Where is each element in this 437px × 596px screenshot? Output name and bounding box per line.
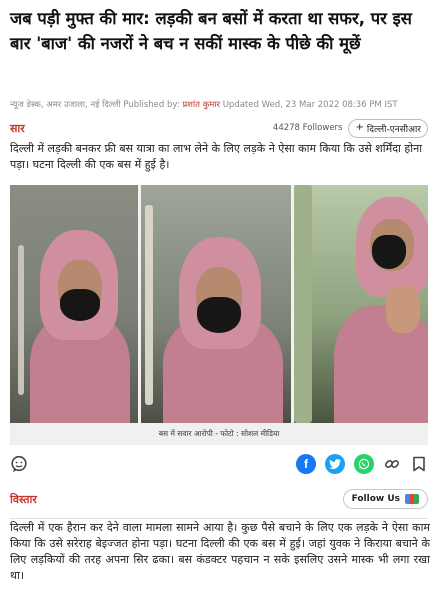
google-news-icon [405, 494, 419, 504]
facebook-icon[interactable]: f [296, 454, 316, 474]
city-chip-label: दिल्ली-एनसीआर [366, 124, 421, 135]
photo-panel-3 [294, 185, 428, 423]
share-icons: f [296, 454, 428, 474]
photo-panel-2 [141, 185, 291, 423]
whatsapp-icon[interactable] [354, 454, 374, 474]
photo-panel-1 [10, 185, 138, 423]
follow-us-button[interactable]: Follow Us [342, 489, 428, 509]
updated-time: Updated Wed, 23 Mar 2022 08:36 PM IST [220, 100, 398, 110]
link-icon[interactable] [383, 454, 401, 474]
section-divider [10, 518, 428, 519]
city-follow-button[interactable]: + दिल्ली-एनसीआर [348, 118, 428, 138]
detail-label: विस्तार [10, 492, 37, 506]
share-bar: f [10, 451, 428, 477]
detail-header: विस्तार Follow Us [10, 486, 428, 512]
summary-header: सार 44278 Followers + दिल्ली-एनसीआर [10, 118, 428, 138]
photo-caption: बस में सवार आरोपी - फोटो : सोशल मीडिया [10, 423, 428, 445]
followers-count: 44278 Followers [272, 123, 343, 133]
comment-icon[interactable] [10, 454, 28, 474]
article-headline: जब पड़ी मुफ्त की मार: लड़की बन बसों में … [10, 9, 412, 53]
bookmark-icon[interactable] [410, 454, 428, 474]
author-link[interactable]: प्रशांत कुमार [182, 100, 220, 110]
detail-text: दिल्ली में एक हैरान कर देने वाला मामला स… [10, 521, 430, 582]
byline: न्यूज डेस्क, अमर उजाला, नई दिल्ली Publis… [10, 99, 430, 110]
follow-us-label: Follow Us [351, 494, 400, 504]
twitter-icon[interactable] [325, 454, 345, 474]
city-follow: 44278 Followers + दिल्ली-एनसीआर [272, 118, 428, 138]
plus-icon: + [355, 122, 364, 133]
summary-text: दिल्ली में लड़की बनकर फ्री बस यात्रा का … [10, 142, 423, 171]
summary-label: सार [10, 121, 25, 135]
byline-prefix: न्यूज डेस्क, अमर उजाला, नई दिल्ली Publis… [10, 100, 183, 110]
article-photo[interactable] [10, 185, 428, 423]
